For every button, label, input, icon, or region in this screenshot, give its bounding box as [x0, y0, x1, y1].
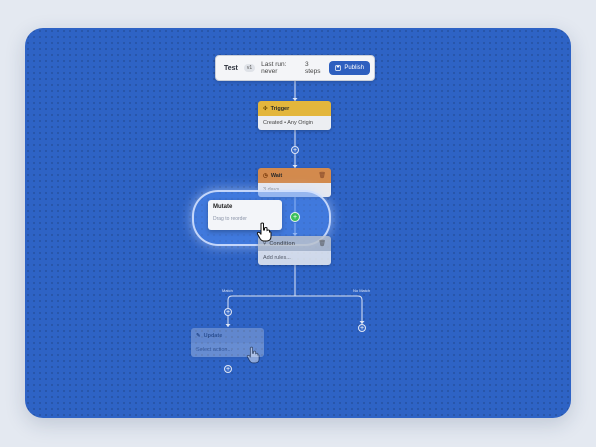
- trigger-summary: Created • Any Origin: [258, 116, 331, 130]
- workflow-toolbar: Test v1 Last run: never 3 steps Publish: [215, 55, 375, 81]
- version-badge: v1: [243, 64, 256, 72]
- step-count: 3 steps: [305, 61, 321, 75]
- trigger-title: Trigger: [270, 105, 290, 112]
- add-step-button[interactable]: +: [358, 324, 366, 332]
- add-step-button[interactable]: +: [291, 146, 299, 154]
- hand-cursor-icon: [256, 222, 272, 242]
- trash-icon[interactable]: 🗑: [318, 240, 326, 247]
- add-step-button[interactable]: +: [224, 365, 232, 373]
- workflow-canvas[interactable]: Test v1 Last run: never 3 steps Publish …: [25, 28, 571, 418]
- hand-cursor-icon: [246, 346, 260, 364]
- drop-target-button[interactable]: +: [290, 212, 300, 222]
- condition-rules: Add rules...: [258, 251, 331, 265]
- trash-icon[interactable]: 🗑: [318, 172, 326, 179]
- match-branch-label: Match: [222, 288, 233, 293]
- publish-label: Publish: [344, 65, 364, 71]
- workflow-name[interactable]: Test: [224, 65, 238, 72]
- publish-button[interactable]: Publish: [329, 61, 370, 75]
- add-step-button[interactable]: +: [224, 308, 232, 316]
- no-match-branch-label: No Match: [353, 288, 371, 293]
- condition-title: Condition: [269, 240, 295, 247]
- wait-title: Wait: [270, 172, 283, 179]
- ghost-title: Update: [203, 332, 223, 339]
- pencil-icon: ✎: [196, 332, 201, 339]
- last-run-text: Last run: never: [261, 61, 287, 75]
- trigger-node[interactable]: ✣ Trigger Created • Any Origin: [258, 101, 331, 130]
- save-icon: [335, 65, 342, 71]
- mutate-title: Mutate: [213, 204, 233, 210]
- clock-icon: ◷: [263, 172, 268, 179]
- bolt-icon: ✣: [263, 105, 268, 112]
